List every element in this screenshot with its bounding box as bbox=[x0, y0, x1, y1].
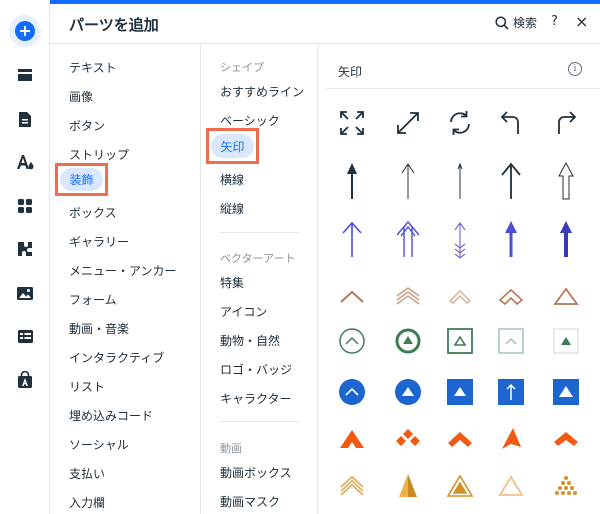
category-item[interactable]: 支払い bbox=[69, 465, 105, 482]
square-triangle-green-icon[interactable] bbox=[440, 321, 480, 361]
subcategory-item[interactable]: 縦線 bbox=[220, 200, 244, 217]
info-icon[interactable]: i bbox=[568, 62, 582, 76]
help-button[interactable]: ? bbox=[551, 14, 558, 29]
section-header-shape: シェイプ bbox=[220, 61, 264, 74]
chevron-solid-orange-icon[interactable] bbox=[440, 419, 480, 459]
up-arrow-hairline-icon[interactable] bbox=[440, 161, 480, 201]
square-chevron-light-green-icon[interactable] bbox=[491, 321, 531, 361]
category-item[interactable]: リスト bbox=[69, 378, 105, 395]
subcategory-item[interactable]: アイコン bbox=[220, 303, 267, 320]
page-icon[interactable] bbox=[5, 101, 45, 137]
subcategory-item[interactable]: ベーシック bbox=[220, 112, 280, 129]
subcategory-item[interactable]: おすすめライン bbox=[220, 83, 304, 100]
expand-arrows-icon[interactable] bbox=[332, 103, 372, 143]
search-label: 検索 bbox=[513, 16, 538, 30]
subcategory-item[interactable]: 動画ボックス bbox=[220, 464, 292, 481]
triangle-notched-orange-icon[interactable] bbox=[332, 419, 372, 459]
layered-chevron-copper-icon[interactable] bbox=[388, 276, 428, 316]
plugin-icon[interactable] bbox=[5, 231, 45, 267]
gallery-title: 矢印 bbox=[338, 65, 363, 79]
section-header-vector: ベクターアート bbox=[220, 252, 296, 265]
feather-arrow-purple-icon[interactable] bbox=[440, 219, 480, 259]
up-arrow-chevron-icon[interactable] bbox=[491, 161, 531, 201]
store-icon[interactable] bbox=[5, 362, 45, 398]
category-item[interactable]: フォーム bbox=[69, 291, 117, 308]
subcategory-item[interactable]: 特集 bbox=[220, 274, 244, 291]
chevron-up-copper-icon[interactable] bbox=[332, 276, 372, 316]
panel-title: パーツを追加 bbox=[69, 16, 159, 34]
subcategory-item[interactable]: 動物・自然 bbox=[220, 332, 280, 349]
left-rail bbox=[0, 0, 50, 514]
search-button[interactable]: 検索 bbox=[495, 14, 537, 31]
section-divider bbox=[220, 421, 299, 422]
add-icon[interactable] bbox=[9, 15, 41, 47]
diamond-cluster-orange-icon[interactable] bbox=[388, 419, 428, 459]
category-item-selected[interactable]: 装飾 bbox=[60, 168, 103, 191]
up-arrow-purple-icon[interactable] bbox=[332, 219, 372, 259]
gallery-divider bbox=[326, 88, 600, 89]
subcategory-list: シェイプ おすすめライン ベーシック 矢印 横線 縦線 ベクターアート 特集 ア… bbox=[201, 45, 318, 514]
layout-icon[interactable] bbox=[5, 57, 45, 93]
apps-icon[interactable] bbox=[5, 188, 45, 224]
circle-chevron-blue-icon[interactable] bbox=[332, 372, 372, 412]
table-icon[interactable] bbox=[5, 318, 45, 354]
triangle-outline-gold-icon[interactable] bbox=[491, 466, 531, 506]
circle-triangle-blue-icon[interactable] bbox=[388, 372, 428, 412]
up-arrow-outline-icon[interactable] bbox=[546, 161, 586, 201]
subcategory-item-selected[interactable]: 矢印 bbox=[211, 134, 254, 158]
category-list: テキスト 画像 ボタン ストリップ 装飾 ボックス ギャラリー メニュー・アンカ… bbox=[50, 45, 201, 514]
close-button[interactable]: × bbox=[575, 12, 588, 31]
subcategory-item[interactable]: ロゴ・バッジ bbox=[220, 361, 292, 378]
turn-left-arrow-icon[interactable] bbox=[491, 103, 531, 143]
category-item[interactable]: ギャラリー bbox=[69, 233, 129, 250]
category-item[interactable]: インタラクティブ bbox=[69, 349, 164, 366]
diagonal-expand-arrow-icon[interactable] bbox=[388, 103, 428, 143]
pyramid-gold-icon[interactable] bbox=[388, 466, 428, 506]
turn-right-arrow-icon[interactable] bbox=[546, 103, 586, 143]
double-up-arrow-purple-icon[interactable] bbox=[388, 219, 428, 259]
up-arrow-bold-icon[interactable] bbox=[332, 161, 372, 201]
category-item[interactable]: メニュー・アンカー bbox=[69, 262, 177, 279]
category-item[interactable]: ボタン bbox=[69, 117, 105, 134]
search-icon bbox=[495, 15, 509, 30]
up-arrow-dark-indigo-icon[interactable] bbox=[546, 219, 586, 259]
chevron-wide-orange-icon[interactable] bbox=[546, 419, 586, 459]
subcategory-item[interactable]: 横線 bbox=[220, 171, 244, 188]
outline-chevron-copper-icon[interactable] bbox=[491, 276, 531, 316]
square-triangle-filled-green-icon[interactable] bbox=[546, 321, 586, 361]
up-arrow-thin-icon[interactable] bbox=[388, 161, 428, 201]
section-header-video: 動画 bbox=[220, 442, 242, 455]
dotted-triangle-gold-icon[interactable] bbox=[546, 466, 586, 506]
layered-chevron-gold-icon[interactable] bbox=[332, 466, 372, 506]
square-up-arrow-blue-icon[interactable] bbox=[491, 372, 531, 412]
category-item[interactable]: 画像 bbox=[69, 88, 93, 105]
square-triangle-blue-icon[interactable] bbox=[440, 372, 480, 412]
category-item[interactable]: 入力欄 bbox=[69, 494, 105, 511]
refresh-arrows-icon[interactable] bbox=[440, 103, 480, 143]
design-icon[interactable] bbox=[5, 144, 45, 180]
subcategory-item[interactable]: キャラクター bbox=[220, 390, 292, 407]
category-item[interactable]: 埋め込みコード bbox=[69, 407, 153, 424]
category-item[interactable]: ストリップ bbox=[69, 146, 129, 163]
up-arrow-indigo-icon[interactable] bbox=[491, 219, 531, 259]
subcategory-item[interactable]: 動画マスク bbox=[220, 493, 280, 510]
panel-header: パーツを追加 検索 ? × bbox=[50, 4, 600, 44]
circle-triangle-green-icon[interactable] bbox=[388, 321, 428, 361]
category-item[interactable]: ボックス bbox=[69, 204, 117, 221]
circle-chevron-green-icon[interactable] bbox=[332, 321, 372, 361]
arrow-gallery: 矢印 i bbox=[318, 45, 600, 514]
media-icon[interactable] bbox=[5, 275, 45, 311]
triangle-outline-copper-icon[interactable] bbox=[546, 276, 586, 316]
triangle-double-gold-icon[interactable] bbox=[440, 466, 480, 506]
category-item[interactable]: テキスト bbox=[69, 59, 117, 76]
category-item[interactable]: ソーシャル bbox=[69, 436, 129, 453]
rounded-chevron-beige-icon[interactable] bbox=[440, 276, 480, 316]
square-triangle-blue-large-icon[interactable] bbox=[546, 372, 586, 412]
category-item[interactable]: 動画・音楽 bbox=[69, 320, 129, 337]
arrow-head-orange-icon[interactable] bbox=[491, 419, 531, 459]
section-divider bbox=[220, 232, 299, 233]
